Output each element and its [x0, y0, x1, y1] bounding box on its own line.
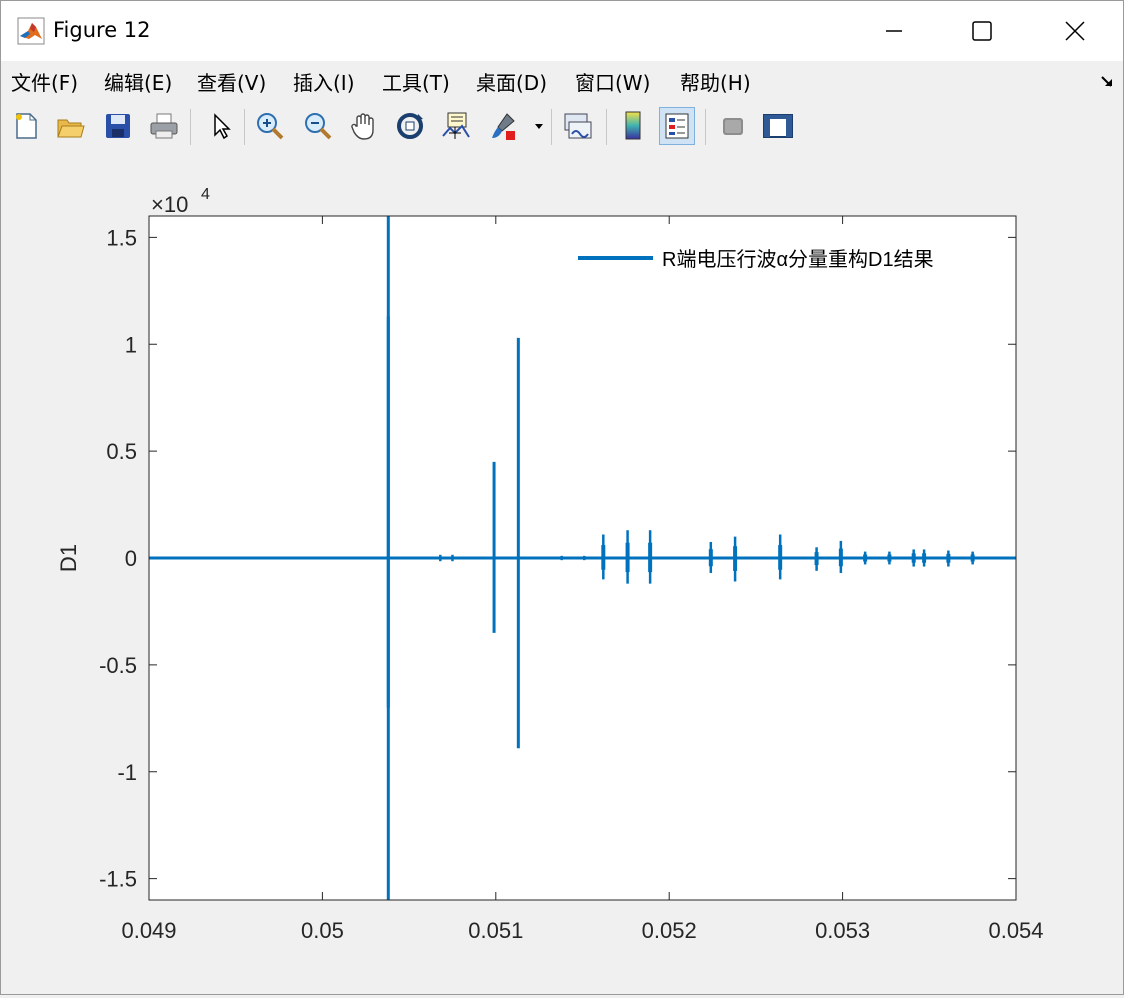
- legend-icon: [665, 113, 689, 139]
- y-exponent-base: ×10: [151, 192, 188, 217]
- toolbar-separator: [244, 109, 245, 145]
- legend-button[interactable]: [659, 107, 695, 145]
- rotate-3d-icon: [397, 113, 423, 139]
- open-file-icon: [57, 119, 85, 138]
- print-button[interactable]: [146, 107, 182, 145]
- rotate-3d-button[interactable]: [392, 107, 428, 145]
- series-burst: [814, 552, 819, 566]
- pan-hand-icon: [351, 113, 374, 140]
- show-plot-tools-button[interactable]: [760, 107, 796, 145]
- y-tick-label: -0.5: [99, 653, 137, 678]
- figure-toolbar: [1, 101, 1123, 154]
- figure-window: Figure 12 文件(F) 编辑(E) 查看(V) 插入(I) 工具(T) …: [0, 0, 1124, 995]
- colorbar-button[interactable]: [615, 107, 651, 145]
- hide-plot-tools-button[interactable]: [715, 107, 751, 145]
- y-tick-labels: -1.5 -1 -0.5 0 0.5 1 1.5: [99, 225, 137, 891]
- maximize-icon: [972, 21, 992, 41]
- maximize-button[interactable]: [934, 1, 1030, 61]
- series-burst: [863, 554, 868, 562]
- y-axis-label: D1: [56, 544, 81, 572]
- open-file-button[interactable]: [52, 107, 88, 145]
- minimize-icon: [886, 30, 902, 32]
- y-tick-label: 0: [125, 546, 137, 571]
- zoom-out-button[interactable]: [300, 107, 336, 145]
- series-burst: [946, 553, 951, 563]
- zoom-out-icon: [305, 113, 332, 140]
- y-tick-label: 1.5: [106, 225, 137, 250]
- matlab-icon: [17, 17, 45, 45]
- series-burst: [708, 549, 713, 567]
- close-button[interactable]: [1027, 1, 1123, 61]
- link-plot-button[interactable]: [559, 107, 595, 145]
- brush-icon: [492, 113, 515, 140]
- toolbar-separator: [190, 109, 191, 145]
- window-title: Figure 12: [53, 18, 151, 42]
- x-tick-label: 0.049: [121, 918, 176, 943]
- legend-label: R端电压行波α分量重构D1结果: [662, 248, 934, 271]
- series-burst: [887, 554, 892, 562]
- menu-window[interactable]: 窗口(W): [575, 67, 650, 96]
- save-button[interactable]: [100, 107, 136, 145]
- select-button[interactable]: [202, 107, 238, 145]
- figure-canvas: -1.5 -1 -0.5 0 0.5 1 1.5 0.049 0.05 0.051 0.052 0.…: [1, 153, 1123, 994]
- series-burst: [922, 553, 927, 563]
- x-tick-label: 0.054: [988, 918, 1043, 943]
- series-burst: [970, 554, 975, 562]
- menu-tools[interactable]: 工具(T): [382, 67, 450, 96]
- data-cursor-icon: [442, 112, 470, 139]
- series-burst: [733, 546, 738, 571]
- x-tick-label: 0.05: [301, 918, 344, 943]
- x-tick-label: 0.053: [815, 918, 870, 943]
- y-tick-label: -1: [117, 760, 137, 785]
- toolbar-separator: [551, 109, 552, 145]
- x-tick-labels: 0.049 0.05 0.051 0.052 0.053 0.054: [121, 918, 1043, 943]
- link-plot-icon: [564, 113, 592, 139]
- minimize-button[interactable]: [846, 1, 942, 61]
- select-arrow-icon: [214, 113, 231, 140]
- y-tick-label: 0.5: [106, 439, 137, 464]
- x-tick-label: 0.051: [468, 918, 523, 943]
- x-tick-label: 0.052: [642, 918, 697, 943]
- zoom-in-icon: [257, 113, 284, 140]
- new-figure-icon: [16, 113, 37, 139]
- axes-container[interactable]: -1.5-1-0.500.511.5 0.049 0.05 0.051 0.052 0.…: [1, 153, 1123, 994]
- hide-plot-tools-icon: [723, 118, 743, 135]
- pan-button[interactable]: [346, 107, 382, 145]
- new-figure-button[interactable]: [8, 107, 44, 145]
- menu-insert[interactable]: 插入(I): [293, 67, 355, 96]
- data-cursor-button[interactable]: [438, 107, 474, 145]
- menu-bar: 文件(F) 编辑(E) 查看(V) 插入(I) 工具(T) 桌面(D) 窗口(W…: [1, 61, 1123, 99]
- menu-desktop[interactable]: 桌面(D): [476, 67, 547, 96]
- series-burst: [625, 542, 630, 573]
- y-tick-label: 1: [125, 332, 137, 357]
- menu-view[interactable]: 查看(V): [197, 67, 266, 96]
- menu-file[interactable]: 文件(F): [11, 67, 78, 96]
- print-icon: [150, 113, 178, 139]
- toolbar-separator: [705, 109, 706, 145]
- series-burst: [838, 548, 843, 567]
- close-icon: [1065, 21, 1085, 41]
- toolbar-separator: [606, 109, 607, 145]
- series-burst: [648, 542, 653, 573]
- menu-edit[interactable]: 编辑(E): [104, 67, 172, 96]
- save-icon: [106, 114, 130, 138]
- colorbar-icon: [625, 111, 641, 140]
- brush-button[interactable]: [485, 107, 521, 145]
- series-burst: [911, 553, 916, 563]
- show-plot-tools-icon: [763, 114, 793, 138]
- series-burst: [778, 545, 783, 570]
- brush-dropdown-icon[interactable]: [534, 121, 544, 131]
- title-bar: Figure 12: [1, 1, 1123, 61]
- zoom-in-button[interactable]: [252, 107, 288, 145]
- series-burst: [601, 545, 606, 570]
- menu-help[interactable]: 帮助(H): [680, 67, 751, 96]
- dock-arrow-icon[interactable]: [1099, 73, 1115, 89]
- y-exponent-power: 4: [201, 186, 210, 203]
- y-tick-label: -1.5: [99, 867, 137, 892]
